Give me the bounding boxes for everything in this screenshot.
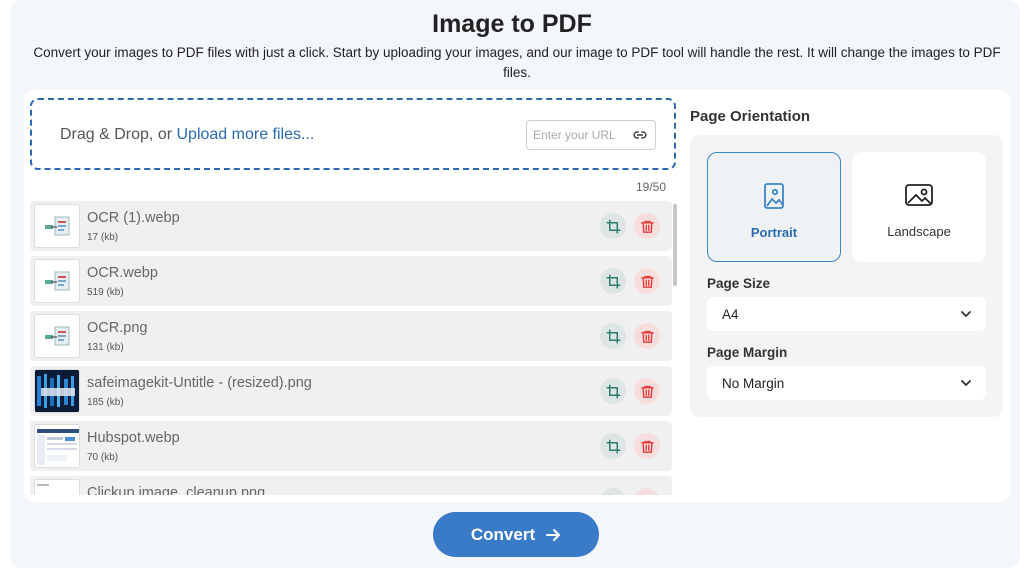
portrait-option[interactable]: Portrait: [707, 152, 841, 262]
delete-button[interactable]: [634, 378, 660, 404]
file-name: OCR.png: [87, 320, 148, 336]
file-name: Clickup image_cleanup.png: [87, 485, 266, 495]
portrait-icon: [759, 181, 789, 211]
crop-button[interactable]: [600, 433, 626, 459]
file-thumbnail: [34, 314, 80, 358]
delete-button[interactable]: [634, 213, 660, 239]
page-margin-label: Page Margin: [707, 345, 788, 360]
dropzone-prefix: Drag & Drop, or: [60, 126, 177, 143]
webpage-thumbnail-icon: [35, 480, 79, 495]
trash-icon: [640, 220, 654, 233]
file-name: safeimagekit-Untitle - (resized).png: [87, 375, 312, 391]
file-row[interactable]: OCR.webp 519 (kb): [30, 256, 672, 306]
page-margin-select[interactable]: No Margin: [707, 366, 986, 400]
url-input[interactable]: [533, 128, 629, 142]
orientation-title: Page Orientation: [690, 108, 811, 125]
file-size: 519 (kb): [87, 287, 124, 298]
file-name: Hubspot.webp: [87, 430, 180, 446]
crop-button[interactable]: [600, 268, 626, 294]
file-counter: 19/50: [635, 180, 666, 194]
upload-dropzone[interactable]: Drag & Drop, or Upload more files...: [30, 98, 676, 170]
file-thumbnail: [34, 424, 80, 468]
image-thumbnail-icon: [35, 370, 79, 412]
page-title: Image to PDF: [432, 10, 592, 38]
ocr-thumbnail-icon: [45, 271, 70, 291]
portrait-label: Portrait: [750, 225, 798, 240]
page-margin-value: No Margin: [722, 376, 785, 391]
file-thumbnail: [34, 369, 80, 413]
file-list-scrollbar[interactable]: [673, 204, 677, 286]
crop-button[interactable]: [600, 323, 626, 349]
file-list[interactable]: OCR (1).webp 17 (kb) OCR.webp 519 (kb) O…: [30, 201, 672, 495]
landscape-icon: [904, 180, 934, 210]
file-row[interactable]: Hubspot.webp 70 (kb): [30, 421, 672, 471]
delete-button[interactable]: [634, 488, 660, 495]
file-thumbnail: [34, 204, 80, 248]
crop-icon: [606, 439, 620, 453]
convert-button[interactable]: Convert: [433, 512, 599, 557]
crop-button[interactable]: [600, 488, 626, 495]
file-size: 131 (kb): [87, 342, 124, 353]
file-size: 17 (kb): [87, 232, 119, 243]
file-row[interactable]: OCR.png 131 (kb): [30, 311, 672, 361]
file-row[interactable]: safeimagekit-Untitle - (resized).png 185…: [30, 366, 672, 416]
file-size: 185 (kb): [87, 397, 124, 408]
file-thumbnail: [34, 479, 80, 495]
url-field[interactable]: [526, 120, 656, 150]
crop-icon: [608, 494, 610, 495]
landscape-option[interactable]: Landscape: [852, 152, 986, 262]
file-row[interactable]: OCR (1).webp 17 (kb): [30, 201, 672, 251]
crop-icon: [606, 219, 620, 233]
dropzone-text: Drag & Drop, or Upload more files...: [60, 126, 314, 144]
crop-icon: [606, 274, 620, 288]
file-row[interactable]: Clickup image_cleanup.png: [30, 476, 672, 495]
crop-icon: [606, 329, 620, 343]
page-size-label: Page Size: [707, 276, 771, 291]
trash-icon: [640, 275, 654, 288]
chevron-down-icon: [961, 311, 971, 318]
trash-icon: [640, 330, 654, 343]
trash-icon: [640, 385, 654, 398]
trash-icon: [640, 440, 654, 453]
ocr-thumbnail-icon: [45, 216, 70, 236]
upload-more-link[interactable]: Upload more files...: [176, 126, 314, 143]
landscape-label: Landscape: [887, 224, 951, 239]
file-thumbnail: [34, 259, 80, 303]
arrow-right-icon: [546, 528, 561, 541]
ocr-thumbnail-icon: [45, 326, 70, 346]
page-subtitle: Convert your images to PDF files with ju…: [33, 45, 1001, 80]
settings-panel: Portrait Landscape Page Size A4 Page Mar…: [690, 135, 1003, 417]
file-size: 70 (kb): [87, 452, 119, 463]
convert-label: Convert: [470, 524, 536, 544]
page-size-select[interactable]: A4: [707, 297, 986, 331]
trash-icon: [640, 494, 655, 496]
delete-button[interactable]: [634, 268, 660, 294]
file-name: OCR (1).webp: [87, 210, 180, 226]
chevron-down-icon: [961, 380, 971, 387]
crop-icon: [606, 384, 620, 398]
crop-button[interactable]: [600, 213, 626, 239]
link-icon[interactable]: [633, 128, 647, 142]
webpage-thumbnail-icon: [35, 425, 79, 467]
file-name: OCR.webp: [87, 265, 158, 281]
delete-button[interactable]: [634, 323, 660, 349]
crop-button[interactable]: [600, 378, 626, 404]
page-size-value: A4: [722, 307, 739, 322]
delete-button[interactable]: [634, 433, 660, 459]
